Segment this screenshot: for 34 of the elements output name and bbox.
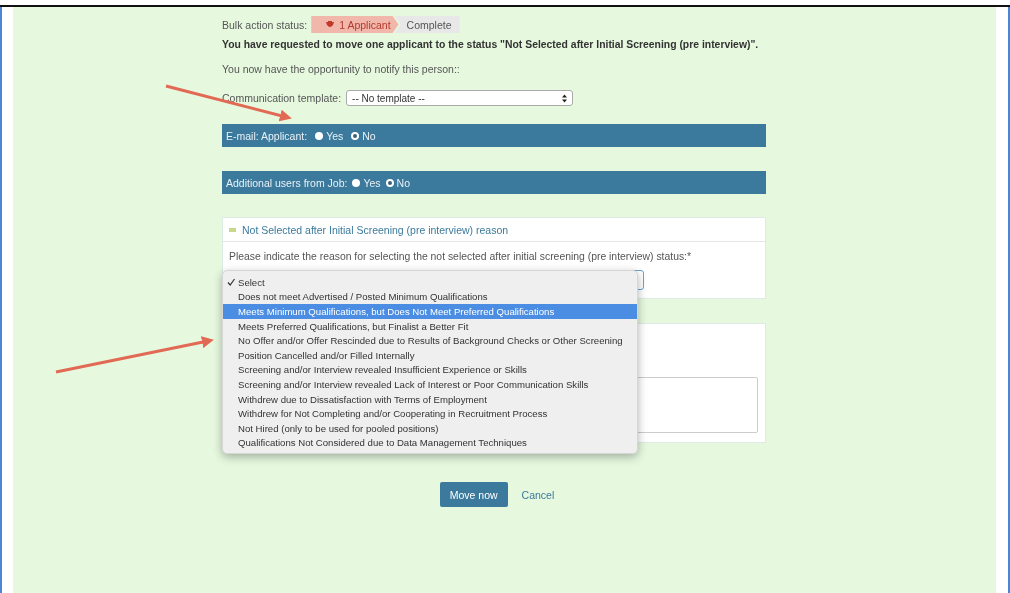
dropdown-option[interactable]: Withdrew for Not Completing and/or Cooperating in Recruitment Process bbox=[223, 406, 637, 421]
progress-step: 1 Applicant bbox=[311, 16, 399, 33]
radio-button[interactable] bbox=[352, 178, 361, 187]
dropdown-option[interactable]: Does not meet Advertised / Posted Minimum Qualifications bbox=[223, 289, 637, 305]
select-arrows-icon bbox=[562, 93, 568, 103]
template-select[interactable]: -- No template -- bbox=[346, 90, 574, 106]
confirmation-text: You have requested to move one applicant to the status "Not Selected after Initial Screening (pre interview)". bbox=[222, 39, 760, 50]
radio-button[interactable] bbox=[315, 131, 324, 140]
dropdown-option[interactable]: Position Cancelled and/or Filled Internally bbox=[223, 347, 637, 363]
template-label: Communication template: bbox=[222, 92, 342, 104]
reason-prompt: Please indicate the reason for selecting the not selected after initial screening (pre interview) status:* bbox=[229, 251, 692, 262]
radio-button[interactable] bbox=[385, 178, 394, 187]
cancel-link[interactable]: Cancel bbox=[521, 488, 555, 501]
option-label: Additional users from Job: bbox=[226, 176, 348, 189]
bucket-icon bbox=[325, 20, 336, 29]
radio-label[interactable]: Yes bbox=[363, 176, 381, 189]
dropdown-option[interactable]: Meets Preferred Qualifications, but Finalist a Better Fit bbox=[223, 318, 637, 334]
dropdown-option[interactable]: Screening and/or Interview revealed Insufficient Experience or Skills bbox=[223, 362, 637, 378]
radio-label[interactable]: No bbox=[362, 129, 376, 142]
notify-text: You now have the opportunity to notify this person:: bbox=[222, 63, 461, 75]
status-label: Bulk action status: bbox=[222, 18, 308, 31]
dropdown-option[interactable]: Withdrew due to Dissatisfaction with Terms of Employment bbox=[223, 391, 637, 407]
option-label: E-mail: Applicant: bbox=[226, 129, 308, 142]
dropdown-option[interactable]: No Offer and/or Offer Rescinded due to Results of Background Checks or Other Screening bbox=[223, 333, 637, 348]
dropdown-option[interactable]: Not Hired (only to be used for pooled positions) bbox=[223, 420, 637, 436]
radio-label[interactable]: Yes bbox=[326, 129, 344, 142]
dropdown-option[interactable]: Screening and/or Interview revealed Lack of Interest or Poor Communication Skills bbox=[223, 377, 637, 392]
dropdown-option[interactable]: Qualifications Not Considered due to Data Management Techniques bbox=[223, 435, 637, 451]
progress-step: Complete bbox=[394, 16, 460, 33]
radio-button[interactable] bbox=[351, 131, 360, 140]
panel-title: Not Selected after Initial Screening (pre interview) reason bbox=[242, 223, 509, 236]
move-now-button[interactable]: Move now bbox=[439, 482, 508, 507]
dropdown-option[interactable]: Select bbox=[223, 275, 637, 290]
radio-label[interactable]: No bbox=[396, 176, 410, 189]
